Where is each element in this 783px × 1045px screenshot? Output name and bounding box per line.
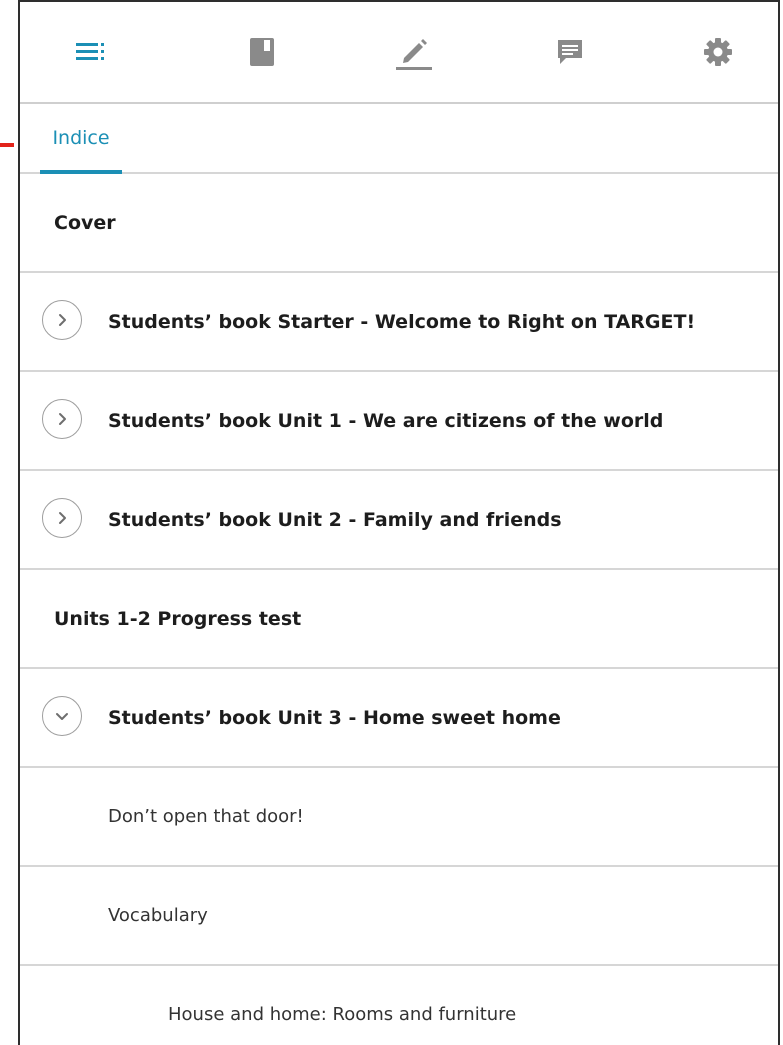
list-item-label: Students’ book Unit 2 - Family and frien… (108, 508, 562, 531)
tab-bar: Indice (20, 104, 778, 174)
comment-icon (558, 40, 582, 64)
list-item[interactable]: Students’ book Unit 1 - We are citizens … (20, 372, 778, 471)
red-marker (0, 143, 14, 147)
list-item[interactable]: Students’ book Unit 2 - Family and frien… (20, 471, 778, 570)
list-item[interactable]: House and home: Rooms and furniture (20, 966, 778, 1045)
index-list-button[interactable] (70, 30, 114, 74)
list-item[interactable]: Students’ book Starter - Welcome to Righ… (20, 273, 778, 372)
list-item-label: Students’ book Starter - Welcome to Righ… (108, 310, 696, 333)
gear-icon (704, 38, 732, 66)
top-toolbar (20, 2, 778, 104)
expand-chevron-button[interactable] (42, 300, 82, 340)
list-item[interactable]: Don’t open that door! (20, 768, 778, 867)
chevron-right-icon (59, 413, 66, 425)
list-item-label: Students’ book Unit 1 - We are citizens … (108, 409, 664, 432)
chevron-right-icon (59, 512, 66, 524)
pencil-icon (396, 39, 432, 70)
collapse-chevron-button[interactable] (42, 696, 82, 736)
book-icon (250, 38, 274, 66)
list-item-label: House and home: Rooms and furniture (168, 1004, 517, 1025)
tab-indice[interactable]: Indice (40, 104, 122, 172)
comments-button[interactable] (548, 30, 592, 74)
index-panel: Indice Cover Students’ book Starter - We… (18, 0, 780, 1045)
list-item-label: Vocabulary (108, 905, 208, 926)
expand-chevron-button[interactable] (42, 498, 82, 538)
annotate-button[interactable] (392, 30, 436, 74)
book-button[interactable] (240, 30, 284, 74)
list-item-label: Units 1-2 Progress test (54, 607, 302, 630)
chevron-right-icon (59, 314, 66, 326)
tab-indice-label: Indice (52, 127, 110, 149)
list-item[interactable]: Cover (20, 174, 778, 273)
expand-chevron-button[interactable] (42, 399, 82, 439)
list-item[interactable]: Students’ book Unit 3 - Home sweet home (20, 669, 778, 768)
index-list: Cover Students’ book Starter - Welcome t… (20, 174, 778, 1045)
list-item-label: Cover (54, 211, 116, 234)
list-icon (76, 43, 104, 60)
list-item[interactable]: Vocabulary (20, 867, 778, 966)
chevron-down-icon (56, 713, 68, 720)
list-item-label: Students’ book Unit 3 - Home sweet home (108, 706, 561, 729)
list-item[interactable]: Units 1-2 Progress test (20, 570, 778, 669)
list-item-label: Don’t open that door! (108, 806, 304, 827)
settings-button[interactable] (696, 30, 740, 74)
